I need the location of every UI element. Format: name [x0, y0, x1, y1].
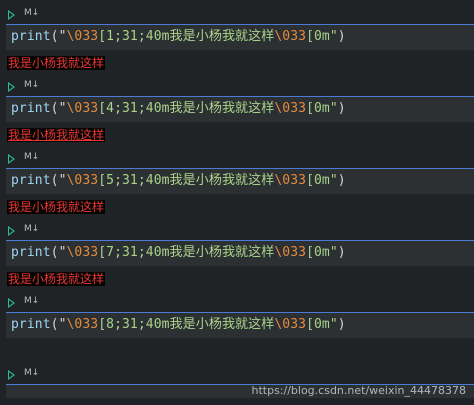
- code-escape: \033: [66, 317, 99, 332]
- notebook-cell-3[interactable]: M↓ print("\033[5;31;40m我是小杨我就这样\033[0m")…: [0, 150, 474, 220]
- cell-output: 我是小杨我就这样: [0, 50, 474, 76]
- code-string: [1;31;40m我是小杨我就这样: [98, 29, 275, 44]
- code-input[interactable]: print("\033[5;31;40m我是小杨我就这样\033[0m"): [6, 168, 474, 194]
- output-text: 我是小杨我就这样: [7, 200, 106, 214]
- code-escape: \033: [274, 173, 307, 188]
- run-cell-icon[interactable]: [8, 298, 15, 308]
- code-line: print("\033[8;31;40m我是小杨我就这样\033[0m"): [11, 317, 346, 333]
- cell-type-tag: M↓: [24, 8, 40, 18]
- code-string-end: [0m": [306, 173, 338, 188]
- code-function: print: [11, 101, 51, 116]
- cell-output: [0, 338, 474, 364]
- code-string-end: [0m": [306, 245, 338, 260]
- cell-type-tag: M↓: [24, 296, 40, 306]
- code-function: print: [11, 29, 51, 44]
- code-escape: \033: [66, 245, 99, 260]
- code-string-end: [0m": [306, 101, 338, 116]
- code-close: ): [337, 29, 346, 44]
- notebook-cell-1[interactable]: M↓ print("\033[1;31;40m我是小杨我就这样\033[0m")…: [0, 6, 474, 76]
- output-text: 我是小杨我就这样: [7, 128, 106, 142]
- code-string: [4;31;40m我是小杨我就这样: [98, 101, 275, 116]
- code-escape: \033: [274, 245, 307, 260]
- code-escape: \033: [274, 29, 307, 44]
- code-escape: \033: [66, 101, 99, 116]
- notebook-cell-4[interactable]: M↓ print("\033[7;31;40m我是小杨我就这样\033[0m")…: [0, 222, 474, 292]
- cell-type-tag: M↓: [24, 152, 40, 162]
- code-input[interactable]: print("\033[8;31;40m我是小杨我就这样\033[0m"): [6, 312, 474, 338]
- code-line: print("\033[5;31;40m我是小杨我就这样\033[0m"): [11, 173, 346, 189]
- code-string: [5;31;40m我是小杨我就这样: [98, 173, 275, 188]
- code-close: ): [337, 173, 346, 188]
- code-function: print: [11, 173, 51, 188]
- code-function: print: [11, 317, 51, 332]
- cell-header: M↓: [0, 150, 474, 168]
- cell-header: M↓: [0, 222, 474, 240]
- code-string-end: [0m": [306, 317, 338, 332]
- code-function: print: [11, 245, 51, 260]
- cell-output: 我是小杨我就这样: [0, 194, 474, 220]
- cell-output: 我是小杨我就这样: [0, 266, 474, 292]
- cell-type-tag: M↓: [24, 224, 40, 234]
- code-open: (": [50, 245, 67, 260]
- code-line: print("\033[4;31;40m我是小杨我就这样\033[0m"): [11, 101, 346, 117]
- code-close: ): [337, 245, 346, 260]
- cell-header: M↓: [0, 6, 474, 24]
- run-cell-icon[interactable]: [8, 154, 15, 164]
- code-close: ): [337, 101, 346, 116]
- code-open: (": [50, 173, 67, 188]
- code-open: (": [50, 101, 67, 116]
- run-cell-icon[interactable]: [8, 82, 15, 92]
- code-escape: \033: [66, 173, 99, 188]
- code-escape: \033: [274, 317, 307, 332]
- output-text: 我是小杨我就这样: [7, 56, 106, 70]
- code-line: print("\033[7;31;40m我是小杨我就这样\033[0m"): [11, 245, 346, 261]
- notebook-cell-5[interactable]: M↓ print("\033[8;31;40m我是小杨我就这样\033[0m"): [0, 294, 474, 364]
- code-open: (": [50, 317, 67, 332]
- cell-header: M↓: [0, 78, 474, 96]
- code-input[interactable]: print("\033[4;31;40m我是小杨我就这样\033[0m"): [6, 96, 474, 122]
- code-string: [7;31;40m我是小杨我就这样: [98, 245, 275, 260]
- notebook-cell-2[interactable]: M↓ print("\033[4;31;40m我是小杨我就这样\033[0m")…: [0, 78, 474, 148]
- cell-header: M↓: [0, 294, 474, 312]
- code-string: [8;31;40m我是小杨我就这样: [98, 317, 275, 332]
- cell-header: M↓: [0, 366, 474, 384]
- cell-type-tag: M↓: [24, 80, 40, 90]
- output-text: 我是小杨我就这样: [7, 272, 106, 286]
- watermark: https://blog.csdn.net/weixin_44478378: [251, 384, 466, 397]
- code-close: ): [337, 317, 346, 332]
- run-cell-icon[interactable]: [8, 370, 15, 380]
- run-cell-icon[interactable]: [8, 10, 15, 20]
- code-escape: \033: [274, 101, 307, 116]
- code-open: (": [50, 29, 67, 44]
- cell-type-tag: M↓: [24, 368, 40, 378]
- cell-output: 我是小杨我就这样: [0, 122, 474, 148]
- code-input[interactable]: print("\033[1;31;40m我是小杨我就这样\033[0m"): [6, 24, 474, 50]
- code-string-end: [0m": [306, 29, 338, 44]
- code-input[interactable]: print("\033[7;31;40m我是小杨我就这样\033[0m"): [6, 240, 474, 266]
- code-line: print("\033[1;31;40m我是小杨我就这样\033[0m"): [11, 29, 346, 45]
- run-cell-icon[interactable]: [8, 226, 15, 236]
- code-escape: \033: [66, 29, 99, 44]
